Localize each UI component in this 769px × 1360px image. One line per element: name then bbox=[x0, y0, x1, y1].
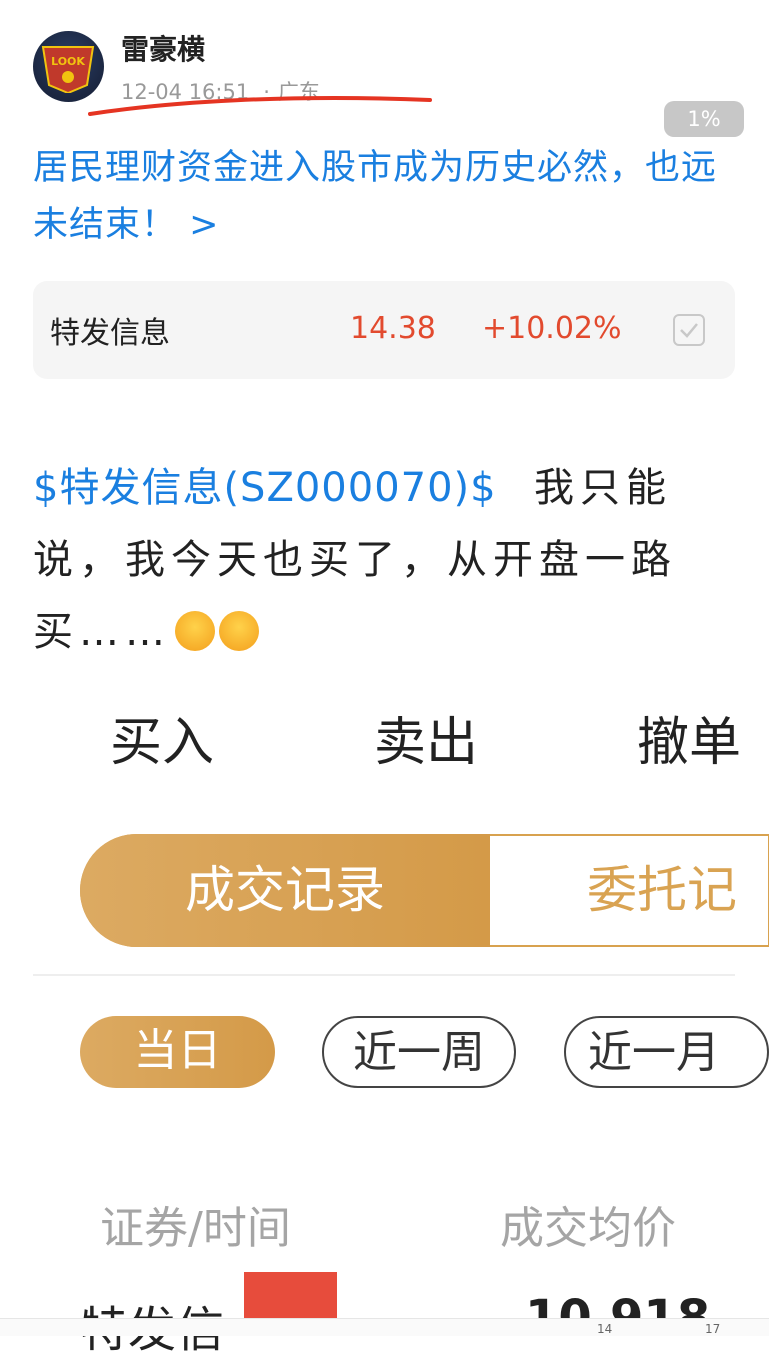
segment-trade-records[interactable]: 成交记录 bbox=[80, 834, 490, 947]
divider bbox=[33, 974, 735, 976]
smirk-emoji-icon bbox=[175, 611, 215, 651]
tab-buy[interactable]: 买入 bbox=[110, 700, 214, 775]
post-headline-link[interactable]: 居民理财资金进入股市成为历史必然，也远未结束！ > bbox=[33, 140, 738, 254]
add-watchlist-checkbox[interactable] bbox=[673, 314, 705, 346]
author-name[interactable]: 雷豪横 bbox=[121, 28, 205, 68]
period-week[interactable]: 近一周 bbox=[322, 1016, 516, 1088]
svg-text:LOOK: LOOK bbox=[51, 55, 85, 68]
column-header-security-time: 证券/时间 bbox=[100, 1203, 291, 1254]
bottom-edge bbox=[0, 1318, 769, 1336]
check-icon bbox=[680, 323, 698, 338]
period-today[interactable]: 当日 bbox=[80, 1016, 275, 1088]
bottom-number-2: 17 bbox=[705, 1322, 721, 1336]
period-month[interactable]: 近一月 bbox=[564, 1016, 769, 1088]
stock-change: +10.02% bbox=[482, 311, 622, 346]
grin-emoji-icon bbox=[219, 611, 259, 651]
stock-name: 特发信息 bbox=[50, 316, 170, 351]
red-underline-annotation bbox=[88, 95, 432, 116]
redaction-block bbox=[244, 1272, 337, 1322]
tab-cancel[interactable]: 撤单 bbox=[637, 700, 741, 775]
stock-price: 14.38 bbox=[350, 311, 436, 346]
tab-sell[interactable]: 卖出 bbox=[374, 700, 478, 775]
bottom-number-1: 14 bbox=[597, 1322, 613, 1336]
segment-order-records[interactable]: 委托记 bbox=[587, 834, 737, 947]
post-body: $特发信息(SZ000070)$ 我只能说，我今天也买了，从开盘一路买…… bbox=[33, 452, 738, 668]
avatar-logo-icon: LOOK bbox=[41, 46, 95, 93]
stock-tag-link[interactable]: $特发信息(SZ000070)$ bbox=[33, 465, 497, 511]
column-header-avg-price: 成交均价 bbox=[500, 1203, 676, 1254]
progress-badge: 1% bbox=[664, 101, 744, 137]
